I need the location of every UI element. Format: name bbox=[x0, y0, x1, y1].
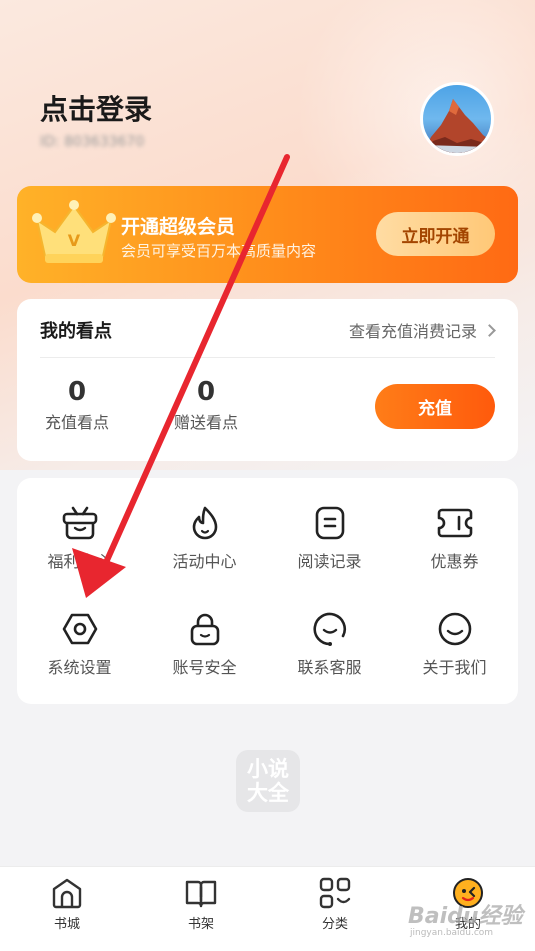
menu-item-account-security[interactable]: 账号安全 bbox=[142, 610, 267, 710]
recharge-points-value: 0 bbox=[67, 377, 87, 407]
tab-bookshelf[interactable]: 书架 bbox=[134, 867, 268, 951]
function-menu: 福利中心 活动中心 阅读记录 优惠券 系统设置 账号安全 联系客服 关于我们 bbox=[17, 478, 518, 704]
menu-label: 系统设置 bbox=[47, 658, 112, 677]
mountain-icon bbox=[423, 99, 491, 153]
gift-points-value: 0 bbox=[196, 377, 216, 407]
menu-item-activity[interactable]: 活动中心 bbox=[142, 504, 267, 604]
gift-box-icon bbox=[62, 506, 97, 540]
logo-line-2: 大全 bbox=[247, 781, 289, 805]
chevron-right-icon bbox=[483, 323, 496, 337]
recharge-button[interactable]: 充值 bbox=[375, 384, 495, 429]
vip-subtitle: 会员可享受百万本高质量内容 bbox=[121, 242, 317, 260]
avatar[interactable] bbox=[420, 82, 494, 156]
smile-icon bbox=[438, 612, 471, 646]
tab-bookstore[interactable]: 书城 bbox=[0, 867, 134, 951]
tab-label: 书城 bbox=[53, 917, 80, 932]
baidu-watermark-url: jingyan.baidu.com bbox=[410, 928, 494, 938]
svg-text:V: V bbox=[68, 231, 81, 250]
menu-label: 活动中心 bbox=[172, 552, 237, 571]
document-icon bbox=[315, 506, 344, 540]
open-vip-button[interactable]: 立即开通 bbox=[376, 212, 495, 256]
vip-banner[interactable]: V 开通超级会员 会员可享受百万本高质量内容 立即开通 bbox=[17, 186, 518, 283]
recharge-points-label: 充值看点 bbox=[44, 413, 109, 432]
baidu-watermark: Baidu经验 bbox=[408, 904, 523, 929]
menu-item-settings[interactable]: 系统设置 bbox=[17, 610, 142, 710]
menu-item-customer-service[interactable]: 联系客服 bbox=[267, 610, 392, 710]
menu-label: 优惠券 bbox=[430, 552, 479, 571]
menu-label: 关于我们 bbox=[422, 658, 487, 677]
menu-item-reading-history[interactable]: 阅读记录 bbox=[267, 504, 392, 604]
consumption-history-link[interactable]: 查看充值消费记录 bbox=[348, 318, 496, 342]
menu-item-about-us[interactable]: 关于我们 bbox=[392, 610, 517, 710]
gift-points[interactable]: 0 赠送看点 bbox=[169, 377, 243, 433]
tab-category[interactable]: 分类 bbox=[268, 867, 402, 951]
menu-item-welfare[interactable]: 福利中心 bbox=[17, 504, 142, 604]
category-icon bbox=[319, 877, 351, 909]
bookshelf-icon bbox=[185, 880, 217, 908]
flame-icon bbox=[192, 506, 217, 540]
tab-label: 分类 bbox=[321, 917, 348, 932]
coupon-icon bbox=[437, 508, 472, 538]
logo-line-1: 小说 bbox=[247, 757, 289, 781]
menu-label: 阅读记录 bbox=[297, 552, 362, 571]
bookstore-icon bbox=[52, 878, 82, 909]
menu-label: 联系客服 bbox=[297, 658, 362, 677]
recharge-points[interactable]: 0 充值看点 bbox=[40, 377, 114, 433]
menu-item-coupons[interactable]: 优惠券 bbox=[392, 504, 517, 604]
tab-label: 书架 bbox=[187, 917, 214, 932]
points-title: 我的看点 bbox=[40, 321, 112, 342]
divider bbox=[40, 357, 495, 358]
menu-label: 账号安全 bbox=[172, 658, 237, 677]
user-id: ID: 803633670 bbox=[40, 134, 145, 150]
login-prompt[interactable]: 点击登录 bbox=[40, 88, 152, 128]
crown-icon: V bbox=[32, 200, 116, 263]
menu-label: 福利中心 bbox=[47, 552, 112, 571]
lock-icon bbox=[190, 613, 219, 646]
gift-points-label: 赠送看点 bbox=[173, 413, 238, 432]
app-logo-watermark: 小说 大全 bbox=[236, 750, 300, 812]
points-card: 我的看点 查看充值消费记录 0 充值看点 0 赠送看点 充值 bbox=[17, 299, 518, 461]
history-link-label: 查看充值消费记录 bbox=[348, 322, 477, 341]
settings-icon bbox=[62, 613, 97, 645]
customer-service-icon bbox=[312, 612, 346, 646]
vip-title: 开通超级会员 bbox=[121, 216, 236, 238]
